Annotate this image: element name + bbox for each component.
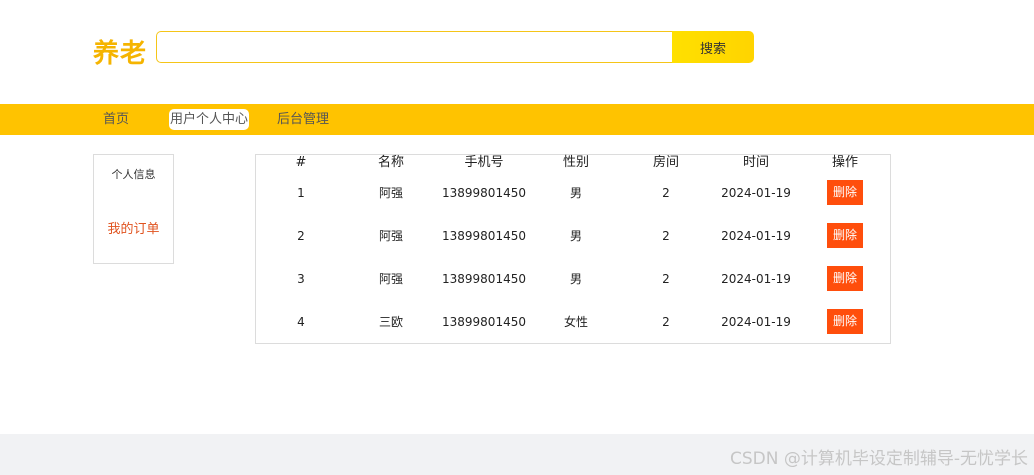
site-logo: 养老 (93, 39, 148, 69)
cell-room: 2 (662, 185, 670, 200)
delete-button[interactable]: 删除 (827, 180, 863, 205)
table-row: 1 阿强 13899801450 男 2 2024-01-19 删除 (256, 171, 890, 214)
column-header-time: 时间 (742, 155, 769, 170)
cell-room: 2 (662, 228, 670, 243)
cell-name: 三欧 (378, 315, 403, 329)
main-nav: 首页 用户个人中心 后台管理 (0, 104, 1034, 135)
cell-room: 2 (662, 271, 670, 286)
cell-phone: 13899801450 (442, 271, 526, 286)
cell-name: 阿强 (378, 186, 403, 200)
cell-gender: 女性 (563, 315, 588, 329)
nav-item-admin[interactable]: 后台管理 (277, 110, 329, 130)
column-header-index: # (295, 155, 307, 170)
column-header-phone: 手机号 (464, 155, 504, 170)
table-row: 4 三欧 13899801450 女性 2 2024-01-19 删除 (256, 300, 890, 343)
delete-button[interactable]: 删除 (827, 266, 863, 291)
sidebar-link-my-orders[interactable]: 我的订单 (94, 218, 173, 237)
cell-time: 2024-01-19 (721, 228, 791, 243)
cell-action: 删除 (800, 214, 890, 257)
cell-name: 阿强 (378, 272, 403, 286)
nav-item-user-center[interactable]: 用户个人中心 (169, 109, 250, 130)
cell-gender: 男 (569, 229, 582, 243)
table-row: 2 阿强 13899801450 男 2 2024-01-19 删除 (256, 214, 890, 257)
column-header-room: 房间 (652, 155, 679, 170)
delete-button[interactable]: 删除 (827, 223, 863, 248)
cell-phone: 13899801450 (442, 228, 526, 243)
page-footer: CSDN @计算机毕设定制辅导-无忧学长 (0, 434, 1034, 475)
column-header-name: 名称 (377, 155, 404, 170)
table-header-row: # 名称 手机号 性别 房间 时间 操作 (256, 155, 890, 171)
table-row: 3 阿强 13899801450 男 2 2024-01-19 删除 (256, 257, 890, 300)
column-header-gender: 性别 (562, 155, 589, 170)
sidebar-panel: 个人信息 我的订单 (93, 154, 174, 264)
cell-index: 4 (297, 314, 305, 329)
search-input[interactable] (156, 31, 672, 63)
search-bar: 搜索 (156, 31, 754, 63)
sidebar-title: 个人信息 (111, 168, 156, 181)
cell-room: 2 (662, 314, 670, 329)
cell-gender: 男 (569, 272, 582, 286)
cell-phone: 13899801450 (442, 185, 526, 200)
cell-time: 2024-01-19 (721, 185, 791, 200)
cell-gender: 男 (569, 186, 582, 200)
cell-index: 3 (297, 271, 305, 286)
cell-time: 2024-01-19 (721, 271, 791, 286)
cell-index: 2 (297, 228, 305, 243)
watermark-text: CSDN @计算机毕设定制辅导-无忧学长 (729, 449, 1028, 469)
cell-action: 删除 (800, 171, 890, 214)
cell-action: 删除 (800, 257, 890, 300)
orders-table: # 名称 手机号 性别 房间 时间 操作 1 阿强 13899801450 男 … (256, 155, 890, 343)
nav-item-home[interactable]: 首页 (103, 110, 129, 130)
orders-table-container: # 名称 手机号 性别 房间 时间 操作 1 阿强 13899801450 男 … (255, 154, 891, 344)
search-button[interactable]: 搜索 (672, 31, 754, 63)
column-header-action: 操作 (831, 155, 858, 170)
cell-time: 2024-01-19 (721, 314, 791, 329)
cell-phone: 13899801450 (442, 314, 526, 329)
delete-button[interactable]: 删除 (827, 309, 863, 334)
cell-name: 阿强 (378, 229, 403, 243)
cell-action: 删除 (800, 300, 890, 343)
cell-index: 1 (297, 185, 305, 200)
